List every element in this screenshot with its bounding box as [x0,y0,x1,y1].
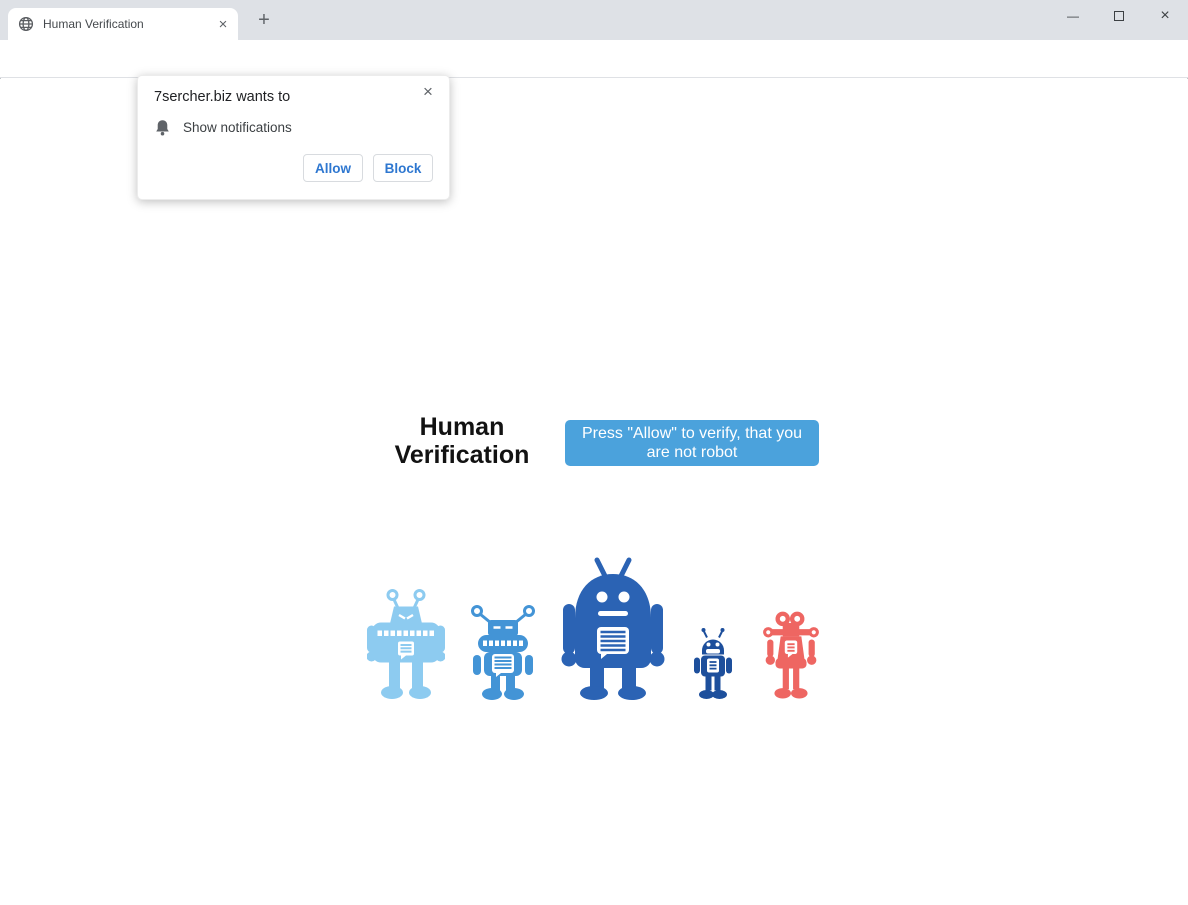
allow-button[interactable]: Allow [303,154,363,182]
notification-permission-popup: 7sercher.biz wants to × Show notificatio… [137,75,450,200]
window-minimize-button[interactable]: — [1050,0,1096,32]
tab-human-verification[interactable]: Human Verification × [8,8,238,40]
browser-toolbar: 7sercher.biz/?p=gizgcnrqgu5gi3bphayq&sub… [0,40,1188,113]
bell-icon [156,120,169,136]
maximize-icon [1114,11,1124,21]
popup-close-button[interactable]: × [417,81,439,103]
robot-light-blue [367,589,445,699]
window-maximize-button[interactable] [1096,0,1142,32]
browser-window: Human Verification × + — × 7sercher.biz … [0,0,1188,905]
popup-title: 7sercher.biz wants to [154,89,291,105]
permission-row: Show notifications [155,119,292,136]
robot-navy-small [694,628,732,699]
page-heading: Human Verification [394,413,530,469]
new-tab-button[interactable]: + [250,6,278,34]
page-content: Human Verification Press "Allow" to veri… [0,79,1188,905]
robots-illustration [0,552,1188,700]
robot-red [763,611,819,699]
verify-cta-button[interactable]: Press "Allow" to verify, that you are no… [565,420,819,466]
window-controls: — × [1050,0,1188,32]
permission-label: Show notifications [183,120,292,135]
tab-title: Human Verification [43,17,144,31]
robot-dark-blue [561,557,665,700]
globe-favicon-icon [18,16,34,32]
tab-close-button[interactable]: × [214,15,232,33]
block-button[interactable]: Block [373,154,433,182]
popup-actions: Allow Block [303,154,433,182]
robot-medium-blue [471,605,535,700]
tab-strip: Human Verification × + — × [0,0,1188,40]
window-close-button[interactable]: × [1142,0,1188,32]
